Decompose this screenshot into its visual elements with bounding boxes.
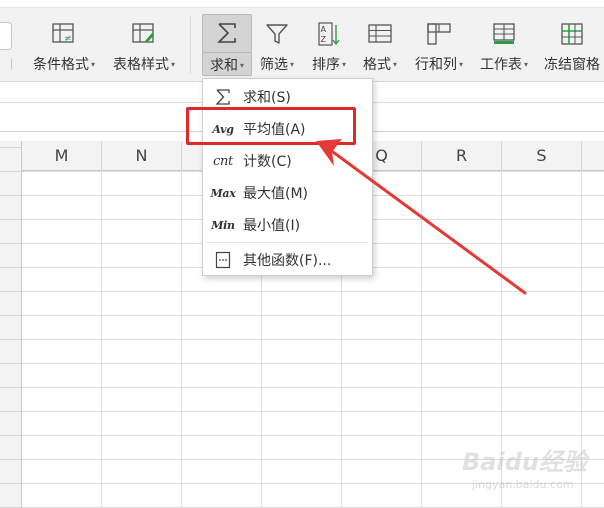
watermark-brand: Baidu经验: [462, 448, 587, 476]
baidu-watermark: Baidu经验 jingyan.baidu.com: [462, 440, 592, 500]
annotation-arrow: [316, 139, 527, 295]
watermark-url: jingyan.baidu.com: [472, 478, 574, 491]
